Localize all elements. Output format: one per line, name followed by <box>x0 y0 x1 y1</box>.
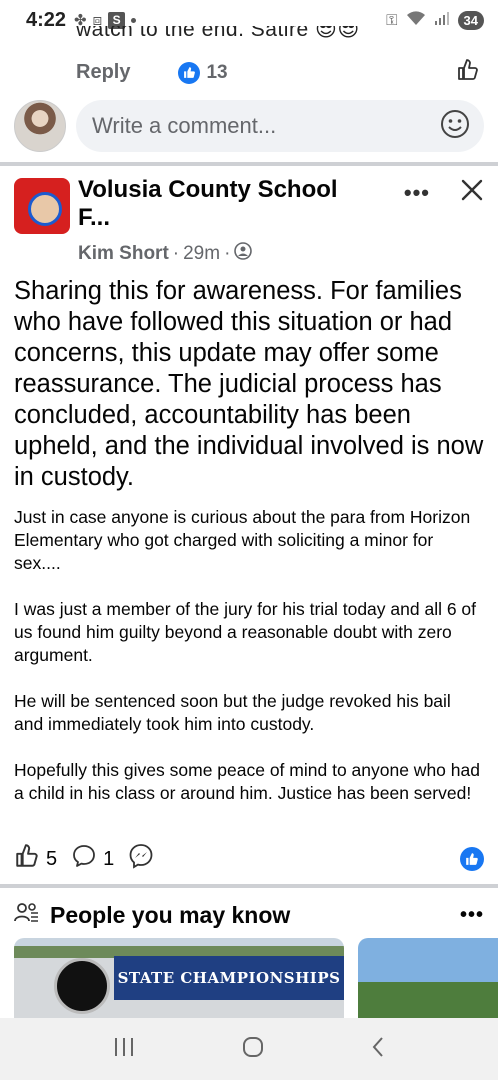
like-comment-button[interactable] <box>456 58 480 87</box>
like-reaction-icon <box>460 847 484 871</box>
post-text-large: Sharing this for awareness. For families… <box>14 277 484 491</box>
emoji-icon: 😎😎 <box>314 26 360 41</box>
more-notifications-dot <box>131 17 137 23</box>
post-actions: 5 1 <box>14 842 484 876</box>
reply-button[interactable]: Reply <box>76 61 130 84</box>
pymk-card-image[interactable]: STATE CHAMPIONSHIPS <box>14 938 344 1018</box>
post-time[interactable]: 29m <box>183 243 220 265</box>
key-icon: ⚿ <box>386 11 398 29</box>
meta-separator: · <box>224 243 231 264</box>
like-count: 5 <box>46 847 58 870</box>
comment-count: 1 <box>103 847 115 870</box>
comment-placeholder: Write a comment... <box>92 113 277 138</box>
team-logo-icon <box>54 958 110 1014</box>
battery-indicator: 34 <box>457 10 484 30</box>
post-header: Volusia County School F... Kim Short · 2… <box>14 170 484 270</box>
poster-name[interactable]: Kim Short <box>78 243 169 265</box>
wifi-icon <box>406 10 426 30</box>
previous-comment-text: watch to the end. Satire 😎😎 <box>76 26 360 48</box>
poster-avatar[interactable] <box>28 192 62 226</box>
group-name[interactable]: Volusia County School F... <box>78 176 368 232</box>
pymk-title: People you may know <box>50 901 291 928</box>
post-meta: Kim Short · 29m · <box>78 242 253 266</box>
home-icon[interactable] <box>241 1035 265 1064</box>
like-button[interactable]: 5 <box>14 843 57 875</box>
recent-apps-icon[interactable] <box>112 1036 136 1063</box>
status-time: 4:22 <box>26 8 67 31</box>
comment-reactions[interactable]: 13 <box>178 61 228 84</box>
more-options-icon[interactable]: ••• <box>404 180 430 206</box>
close-icon[interactable] <box>460 178 484 207</box>
cell-signal-icon <box>434 11 450 29</box>
emoji-picker-icon[interactable] <box>440 109 470 144</box>
section-divider <box>0 162 498 166</box>
comment-icon <box>71 843 97 875</box>
group-avatar[interactable] <box>14 178 70 234</box>
user-avatar[interactable] <box>14 100 66 152</box>
pymk-header: People you may know ••• <box>14 898 484 932</box>
reaction-count: 13 <box>206 61 228 83</box>
comment-input[interactable]: Write a comment... <box>76 100 484 152</box>
like-reaction-icon <box>178 61 201 84</box>
messenger-share-button[interactable] <box>128 843 154 875</box>
people-icon <box>14 901 40 930</box>
meta-separator: · <box>172 243 180 264</box>
pymk-more-options-icon[interactable]: ••• <box>460 904 484 927</box>
section-divider <box>0 884 498 888</box>
post-body: Just in case anyone is curious about the… <box>14 506 482 828</box>
previous-comment-actions: Reply 13 <box>76 58 480 87</box>
back-icon[interactable] <box>370 1035 386 1064</box>
post-paragraph: He will be sentenced soon but the judge … <box>14 691 451 734</box>
like-icon <box>14 843 40 875</box>
post-paragraph: I was just a member of the jury for his … <box>14 599 477 665</box>
post-paragraph: Hopefully this gives some peace of mind … <box>14 760 480 803</box>
championship-banner: STATE CHAMPIONSHIPS <box>114 956 344 1000</box>
post-paragraph: Just in case anyone is curious about the… <box>14 507 471 573</box>
messenger-icon <box>128 843 154 875</box>
group-privacy-icon <box>234 242 253 266</box>
system-nav-bar <box>0 1018 498 1080</box>
comment-composer: Write a comment... <box>14 98 484 154</box>
comment-button[interactable]: 1 <box>71 843 114 875</box>
pymk-card-image[interactable] <box>358 938 498 1018</box>
